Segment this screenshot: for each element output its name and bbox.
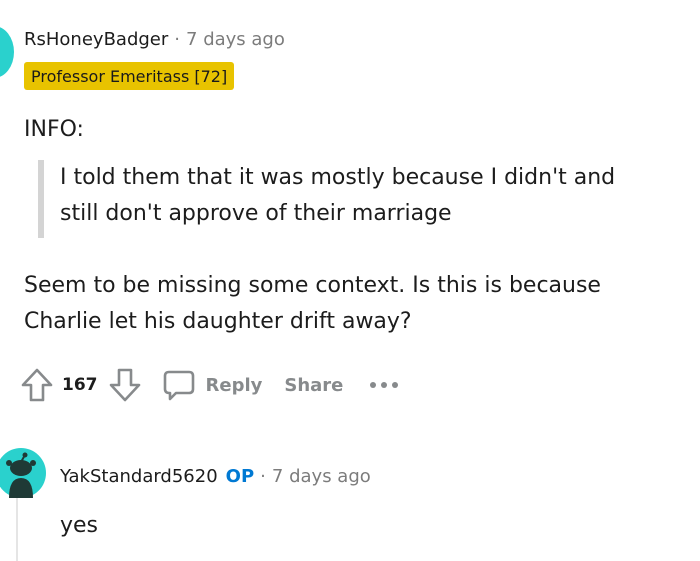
reply-timestamp[interactable]: 7 days ago (272, 466, 371, 487)
op-badge: OP (225, 465, 255, 487)
comment-author[interactable]: RsHoneyBadger (24, 29, 168, 50)
thread-line[interactable] (16, 496, 18, 561)
comment-paragraph: Seem to be missing some context. Is this… (24, 268, 601, 340)
comment-timestamp[interactable]: 7 days ago (186, 29, 285, 50)
vote-count: 167 (62, 375, 98, 395)
reply-meta: YakStandard5620 OP · 7 days ago (60, 462, 371, 490)
comment-meta: RsHoneyBadger · 7 days ago (24, 26, 285, 52)
meta-separator: · (174, 28, 181, 50)
user-flair: Professor Emeritass [72] (24, 62, 235, 90)
user-avatar[interactable] (0, 26, 14, 78)
downvote-arrow-icon (109, 368, 140, 402)
paragraph-line: Charlie let his daughter drift away? (24, 309, 412, 334)
downvote-button[interactable] (108, 367, 142, 403)
reply-button[interactable]: Reply (162, 368, 263, 402)
speech-bubble-icon (163, 370, 194, 401)
comment-thread: RsHoneyBadger · 7 days ago Professor Eme… (0, 0, 700, 561)
upvote-arrow-icon (21, 368, 53, 402)
paragraph-line: Seem to be missing some context. Is this… (24, 273, 601, 298)
snoo-avatar-icon (0, 448, 46, 498)
upvote-button[interactable] (20, 367, 54, 403)
reply-author[interactable]: YakStandard5620 (60, 466, 218, 487)
meta-separator: · (260, 465, 266, 487)
share-button[interactable]: Share (284, 375, 343, 396)
blockquote: I told them that it was mostly because I… (38, 160, 615, 238)
comment-info-label: INFO: (24, 117, 84, 142)
quote-line: still don't approve of their marriage (60, 201, 452, 226)
ellipsis-icon (370, 382, 399, 388)
more-options-button[interactable] (369, 380, 399, 390)
reply-label: Reply (205, 374, 263, 396)
reply-avatar[interactable] (0, 448, 46, 498)
quote-line: I told them that it was mostly because I… (60, 165, 616, 190)
comment-action-bar: 167 Reply Share (20, 364, 399, 406)
reply-body: yes (60, 513, 99, 538)
